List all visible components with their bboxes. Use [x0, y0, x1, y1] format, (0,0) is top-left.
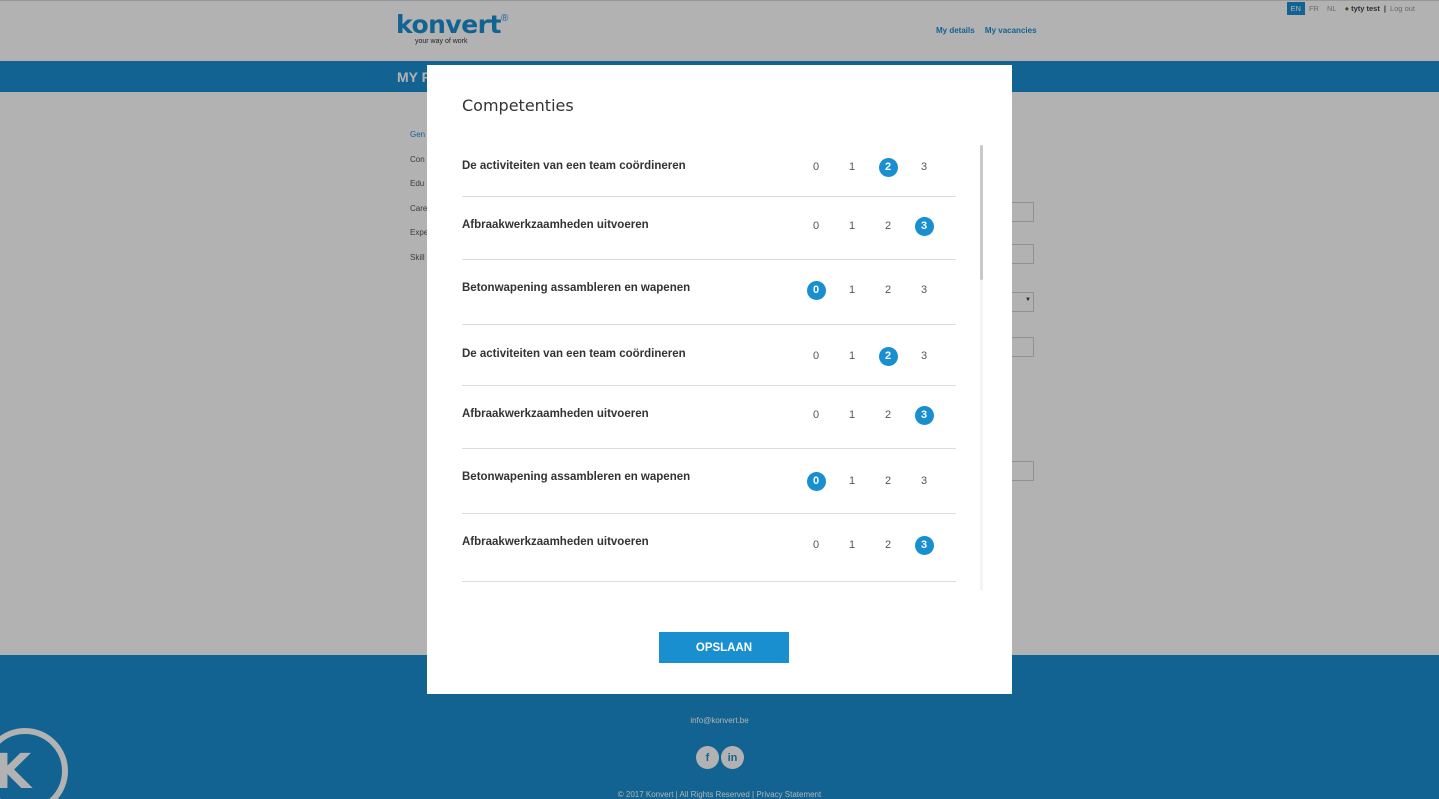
rating-option-2[interactable]: 2: [870, 217, 906, 235]
rating-value: 3: [920, 475, 928, 487]
rating-value: 2: [884, 284, 892, 296]
rating-value: 4: [951, 472, 957, 491]
rating-value: 2: [878, 346, 898, 366]
rating-option-4[interactable]: 4: [942, 217, 956, 235]
rating-scale: 0 1 2 34: [798, 216, 956, 236]
rating-option-1[interactable]: 1: [834, 536, 870, 554]
rating-value: 3: [920, 350, 928, 362]
competenties-modal: Competenties De activiteiten van een tea…: [427, 65, 1012, 694]
competency-label: Afbraakwerkzaamheden uitvoeren: [462, 219, 649, 231]
rating-option-2[interactable]: 2: [870, 346, 906, 366]
rating-option-3[interactable]: 3: [906, 472, 942, 490]
rating-option-2[interactable]: 2: [870, 406, 906, 424]
rating-value: 1: [848, 284, 856, 296]
rating-option-0[interactable]: 0: [798, 217, 834, 235]
rating-option-4[interactable]: 4: [942, 472, 956, 490]
rating-value: 4: [951, 281, 957, 300]
rating-value: 3: [920, 161, 928, 173]
competency-row: Afbraakwerkzaamheden uitvoeren 0 1 2 34: [462, 514, 956, 582]
rating-value: 1: [848, 539, 856, 551]
rating-option-1[interactable]: 1: [834, 472, 870, 490]
competency-label: Betonwapening assambleren en wapenen: [462, 471, 691, 483]
rating-value: 2: [884, 220, 892, 232]
rating-scale: 0 1 2 34: [798, 535, 956, 555]
competency-row: De activiteiten van een team coördineren…: [462, 145, 956, 197]
rating-value: 0: [812, 409, 820, 421]
competency-label: De activiteiten van een team coördineren: [462, 160, 686, 172]
rating-value: 4: [951, 536, 957, 555]
rating-option-2[interactable]: 2: [870, 281, 906, 299]
competency-label: De activiteiten van een team coördineren: [462, 348, 686, 360]
rating-option-0[interactable]: 0: [798, 280, 834, 300]
rating-value: 1: [848, 475, 856, 487]
rating-value: 0: [806, 280, 826, 300]
rating-value: 4: [951, 406, 957, 425]
rating-option-4[interactable]: 4: [942, 406, 956, 424]
rating-value: 2: [878, 157, 898, 177]
rating-option-0[interactable]: 0: [798, 406, 834, 424]
rating-option-2[interactable]: 2: [870, 157, 906, 177]
save-button[interactable]: OPSLAAN: [659, 632, 789, 663]
rating-option-3[interactable]: 3: [906, 281, 942, 299]
rating-value: 0: [812, 220, 820, 232]
scrollbar-thumb[interactable]: [980, 145, 983, 280]
rating-scale: 0 1 2 34: [798, 405, 956, 425]
rating-option-1[interactable]: 1: [834, 406, 870, 424]
competency-row: Betonwapening assambleren en wapenen 0 1 2 3…: [462, 260, 956, 325]
rating-value: 3: [914, 535, 934, 555]
rating-option-1[interactable]: 1: [834, 347, 870, 365]
rating-scale: 0 1 2 3 4: [798, 157, 956, 177]
rating-option-4[interactable]: 4: [942, 281, 956, 299]
rating-scale: 0 1 2 3 4: [798, 346, 956, 366]
competency-row: De activiteiten van een team coördineren…: [462, 325, 956, 386]
competency-row: Afbraakwerkzaamheden uitvoeren 0 1 2 34: [462, 197, 956, 260]
rating-option-3[interactable]: 3: [906, 158, 942, 176]
scrollbar[interactable]: [980, 145, 983, 590]
rating-option-4[interactable]: 4: [942, 536, 956, 554]
rating-option-4[interactable]: 4: [942, 347, 956, 365]
rating-option-1[interactable]: 1: [834, 281, 870, 299]
rating-value: 2: [884, 539, 892, 551]
rating-value: 1: [848, 161, 856, 173]
rating-value: 1: [848, 350, 856, 362]
modal-title: Competenties: [462, 96, 574, 115]
rating-option-0[interactable]: 0: [798, 158, 834, 176]
competency-label: Afbraakwerkzaamheden uitvoeren: [462, 408, 649, 420]
rating-value: 1: [848, 220, 856, 232]
rating-value: 2: [884, 409, 892, 421]
rating-option-3[interactable]: 3: [906, 216, 942, 236]
rating-value: 0: [812, 539, 820, 551]
rating-option-2[interactable]: 2: [870, 536, 906, 554]
competency-label: Afbraakwerkzaamheden uitvoeren: [462, 536, 649, 548]
rating-option-4[interactable]: 4: [942, 158, 956, 176]
rating-option-2[interactable]: 2: [870, 472, 906, 490]
competency-row: Afbraakwerkzaamheden uitvoeren 0 1 2 34: [462, 386, 956, 449]
rating-option-1[interactable]: 1: [834, 158, 870, 176]
rating-value: 0: [806, 471, 826, 491]
rating-value: 4: [951, 217, 957, 236]
rating-value: 4: [951, 158, 957, 177]
rating-scale: 0 1 2 3 4: [798, 280, 956, 300]
rating-option-3[interactable]: 3: [906, 535, 942, 555]
rating-option-0[interactable]: 0: [798, 536, 834, 554]
rating-option-1[interactable]: 1: [834, 217, 870, 235]
competency-row: Betonwapening assambleren en wapenen 0 1 2 3…: [462, 449, 956, 514]
rating-option-3[interactable]: 3: [906, 347, 942, 365]
competency-label: Betonwapening assambleren en wapenen: [462, 282, 691, 294]
rating-option-0[interactable]: 0: [798, 347, 834, 365]
rating-scale: 0 1 2 3 4: [798, 471, 956, 491]
rating-option-3[interactable]: 3: [906, 405, 942, 425]
rating-value: 2: [884, 475, 892, 487]
rating-value: 1: [848, 409, 856, 421]
competency-list[interactable]: De activiteiten van een team coördineren…: [462, 145, 956, 590]
rating-value: 0: [812, 161, 820, 173]
rating-option-0[interactable]: 0: [798, 471, 834, 491]
rating-value: 0: [812, 350, 820, 362]
rating-value: 3: [914, 405, 934, 425]
rating-value: 3: [920, 284, 928, 296]
rating-value: 3: [914, 216, 934, 236]
rating-value: 4: [951, 347, 957, 366]
